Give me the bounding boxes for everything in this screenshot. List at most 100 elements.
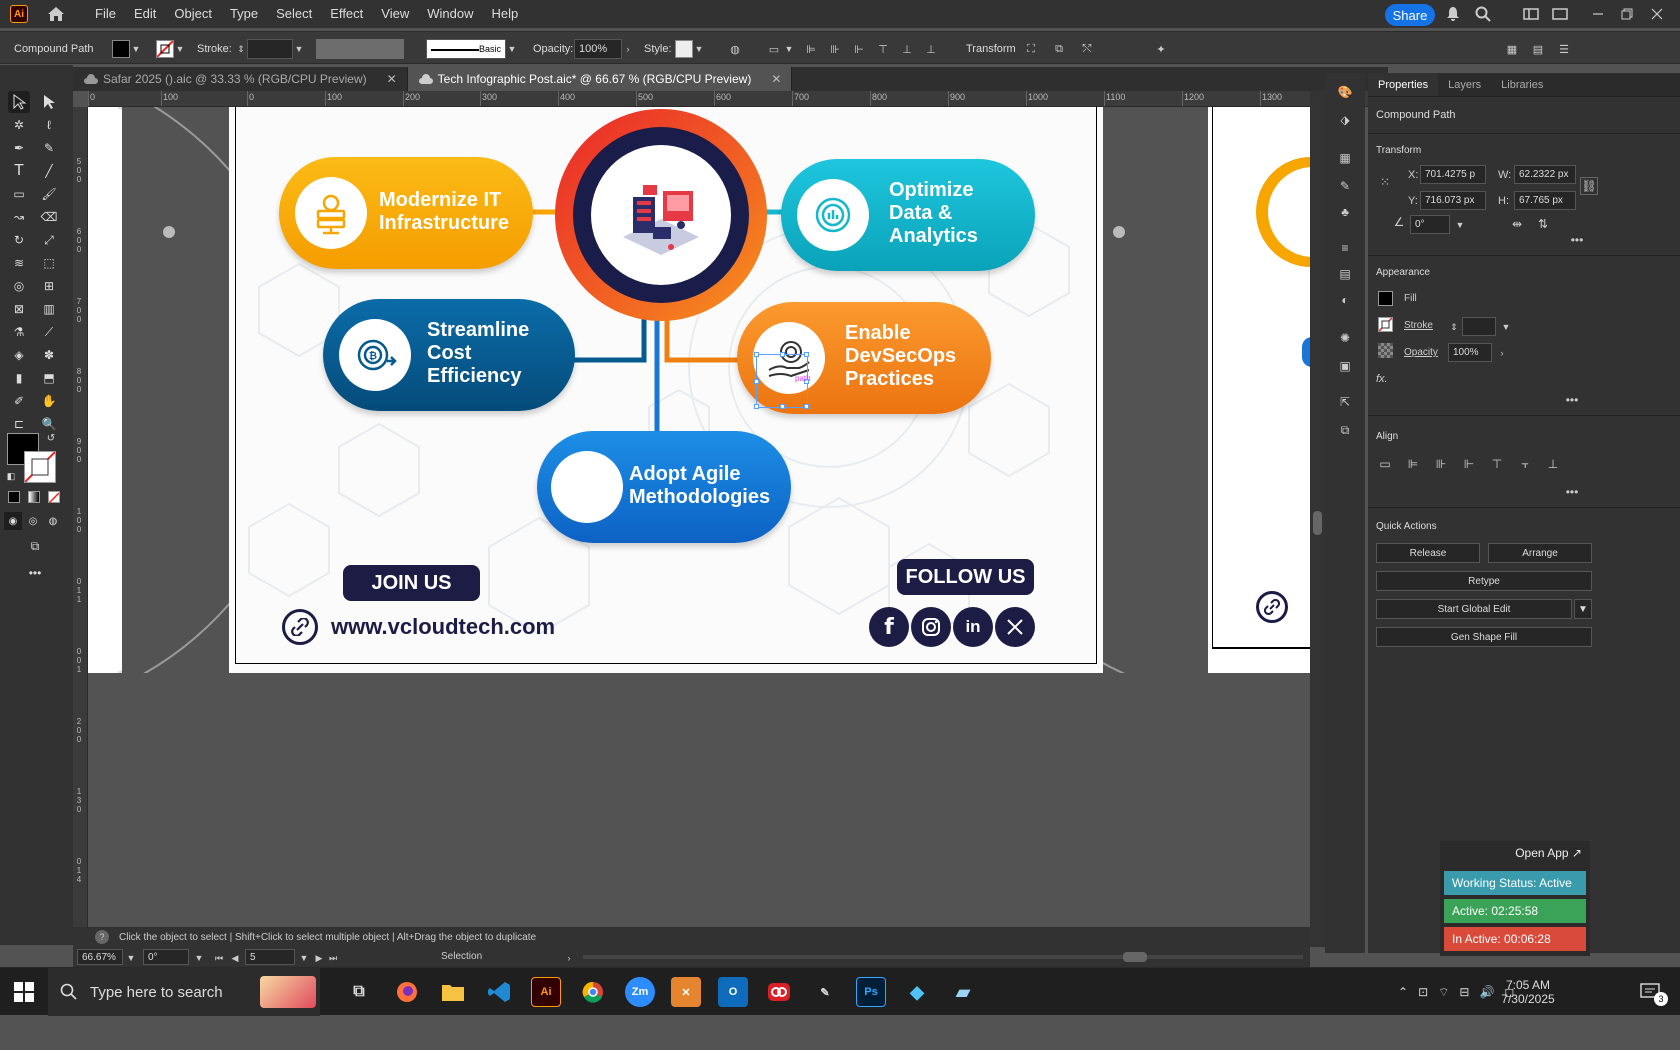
bell-icon[interactable] [1443,5,1463,23]
opacity-field[interactable]: 100% [1448,343,1492,362]
zoom-field[interactable]: 66.67% [77,949,123,965]
chevron-down-icon[interactable]: ▼ [1574,599,1592,619]
align-right-icon[interactable]: ⊩ [850,40,868,58]
paintbrush-tool-icon[interactable]: 🖌 [38,183,60,205]
pill-streamline-cost[interactable]: ₿ Streamline Cost Efficiency [323,299,575,411]
stroke-link[interactable]: Stroke [1404,320,1433,331]
screen-mode-icon[interactable]: ⧉ [24,535,46,557]
swap-colors-icon[interactable]: ↺ [44,431,58,445]
creative-cloud-icon[interactable] [764,977,794,1007]
first-artboard-icon[interactable]: ⏮ [213,952,225,964]
stroke-weight-field[interactable] [1462,317,1496,336]
edit-toolbar-icon[interactable]: ••• [24,562,46,584]
flip-horizontal-icon[interactable]: ⇹ [1508,215,1526,233]
center-emblem[interactable] [555,109,767,321]
stroke-weight-field[interactable] [247,39,293,59]
magic-wand-tool-icon[interactable]: ✲ [8,114,30,136]
h-field[interactable]: 67.765 px [1514,191,1576,210]
artboard-tool-icon[interactable]: ⬒ [38,367,60,389]
taskbar-search[interactable]: Type here to search [48,968,320,1016]
recolor-artwork-icon[interactable]: ◍ [726,40,744,58]
close-tab-icon[interactable]: ✕ [387,72,397,86]
menu-file[interactable]: File [86,0,125,28]
print-tiling-tool-icon[interactable]: ⊏ [8,413,30,435]
file-explorer-icon[interactable] [438,977,468,1007]
notifications-icon[interactable]: 3 [1640,968,1668,1016]
generative-recolor-icon[interactable]: ✦ [1152,40,1170,58]
chrome-icon[interactable] [578,977,608,1007]
illustrator-taskbar-icon[interactable]: Ai [531,977,561,1007]
pill-adopt-agile[interactable]: Adopt Agile Methodologies [537,431,791,543]
next-artboard-icon[interactable]: ▶ [313,952,325,964]
rotation-field[interactable]: 0° [143,949,189,965]
search-icon[interactable] [1473,5,1493,23]
align-top-icon[interactable]: ⊤ [874,40,892,58]
clock[interactable]: 7:05 AM 7/30/2025 [1500,968,1556,1016]
pen-app-icon[interactable]: ✎ [810,977,840,1007]
pen-tool-icon[interactable]: ✒ [8,137,30,159]
symbol-sprayer-tool-icon[interactable]: ✽ [38,344,60,366]
canvas[interactable]: Modernize IT Infrastructure Optimize Dat… [88,107,1310,927]
outlook-icon[interactable]: O [718,977,748,1007]
chevron-down-icon[interactable]: ▼ [693,43,705,55]
horizontal-ruler[interactable]: 0 100 0 100 200 300 400 500 600 700 800 … [88,91,1386,107]
panel-menu-icon[interactable]: ☰ [1555,40,1573,58]
chevron-right-icon[interactable]: › [1496,347,1508,359]
minimize-icon[interactable] [1588,5,1608,23]
fill-swatch[interactable] [112,40,130,58]
isolate-icon[interactable]: ⛶ [1022,40,1040,58]
scale-tool-icon[interactable]: ⤢ [38,229,60,251]
stepper-icon[interactable]: ⇕ [235,43,247,55]
tab-safar-2025[interactable]: Safar 2025 ().aic @ 33.33 % (RGB/CPU Pre… [73,67,408,91]
cc-libraries-icon[interactable]: ⬗ [1336,111,1354,129]
artboard-number-field[interactable]: 5 [245,949,295,965]
style-control[interactable]: ▼ [675,39,705,59]
chevron-right-icon[interactable]: › [563,952,575,964]
release-button[interactable]: Release [1376,543,1480,563]
transform-button[interactable]: Transform [966,39,1016,59]
appearance-panel-icon[interactable]: ✺ [1336,329,1354,347]
panel-arrange-icon[interactable]: ▦ [1503,40,1521,58]
none-mode-icon[interactable] [48,491,60,504]
swatches-panel-icon[interactable]: ▦ [1336,149,1354,167]
fill-control[interactable]: ▼ [112,39,142,59]
opacity-link[interactable]: Opacity [1404,347,1438,358]
chevron-down-icon[interactable]: ▼ [193,952,205,964]
line-tool-icon[interactable]: ╱ [38,160,60,182]
x-field[interactable]: 701.4275 p [1420,165,1486,184]
menu-help[interactable]: Help [482,0,527,28]
free-transform-tool-icon[interactable]: ⬚ [38,252,60,274]
pill-modernize-it[interactable]: Modernize IT Infrastructure [279,157,533,269]
stroke-swatch[interactable] [1378,317,1393,332]
selection-tool-icon[interactable] [8,91,30,113]
draw-behind-icon[interactable]: ◎ [24,512,42,530]
opacity-field[interactable]: 100% [574,39,622,59]
chevron-down-icon[interactable]: ▼ [174,43,186,55]
brush-definition[interactable]: Basic ▼ [426,39,518,59]
more-options-icon[interactable]: ••• [1563,391,1581,409]
variable-width-profile[interactable] [316,39,404,59]
lasso-tool-icon[interactable]: ℓ [38,114,60,136]
open-app-link[interactable]: Open App ↗ [1515,846,1582,860]
constrain-proportions-icon[interactable]: ⛓ [1580,177,1598,195]
menu-effect[interactable]: Effect [321,0,372,28]
slice-tool-icon[interactable]: ✐ [8,390,30,412]
default-colors-icon[interactable]: ◧ [4,469,18,483]
chevron-right-icon[interactable]: › [622,43,634,55]
width-tool-icon[interactable]: ≋ [8,252,30,274]
menu-window[interactable]: Window [418,0,482,28]
artboard-right-partial[interactable] [1208,107,1310,673]
align-center-icon[interactable]: ⊪ [826,40,844,58]
rotate-field[interactable]: 0° [1410,215,1450,234]
stroke-swatch[interactable] [156,40,174,58]
eraser-tool-icon[interactable]: ⌫ [38,206,60,228]
shape-builder-tool-icon[interactable]: ◎ [8,275,30,297]
gradient-tool-icon[interactable]: ▥ [38,298,60,320]
blend-tool-icon[interactable]: ◈ [8,344,30,366]
x-icon[interactable] [995,607,1035,647]
menu-type[interactable]: Type [221,0,267,28]
horizontal-scrollbar[interactable] [583,952,1303,962]
stroke-color-swatch[interactable] [24,451,56,483]
puppet-warp-icon[interactable]: ⤲ [1078,40,1096,58]
instagram-icon[interactable] [911,607,951,647]
